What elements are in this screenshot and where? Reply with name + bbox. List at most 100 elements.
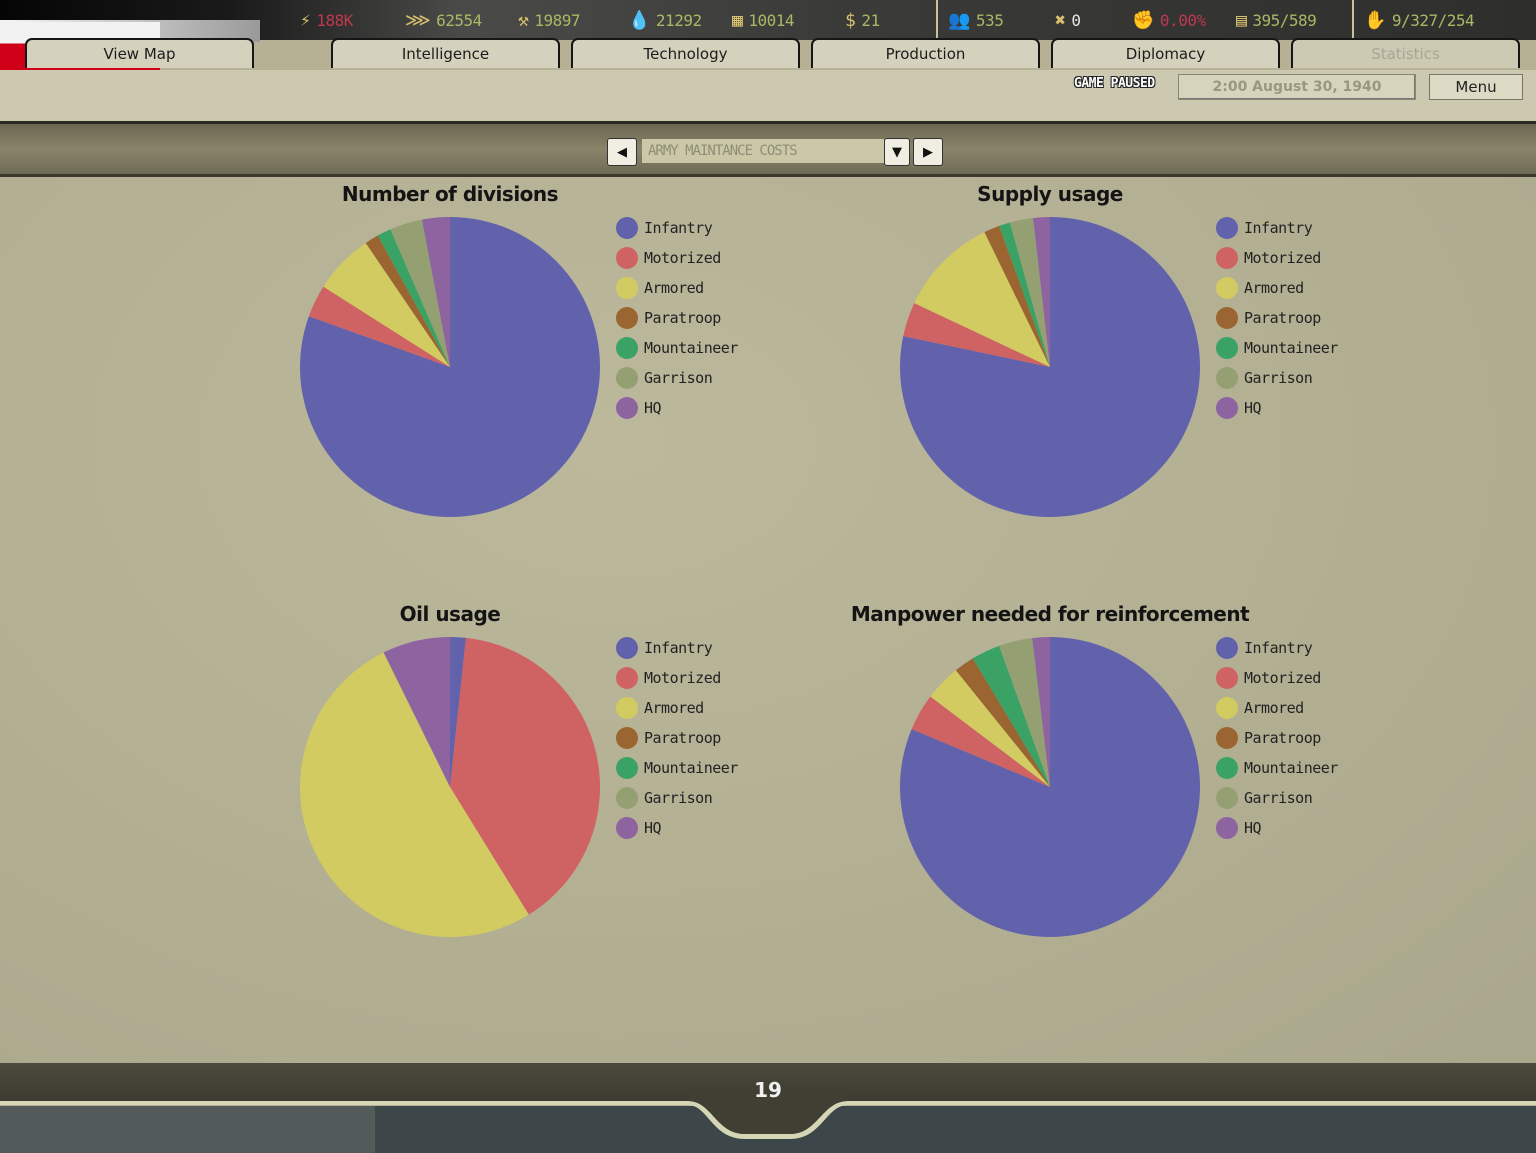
game-paused-label: GAME PAUSED	[1074, 76, 1155, 91]
resource-value: 19897	[534, 10, 581, 30]
resource-rare-materials[interactable]: ⚒ 19897	[518, 6, 581, 34]
legend-label: Paratroop	[1244, 309, 1321, 327]
resource-separator	[936, 0, 938, 38]
legend-item: Paratroop	[1216, 723, 1338, 753]
resource-value: 535	[975, 10, 1004, 30]
chart-legend: Infantry Motorized Armored Paratroop Mountai…	[1216, 213, 1338, 423]
chart-legend: Infantry Motorized Armored Paratroop Mountai…	[616, 213, 738, 423]
legend-swatch	[1216, 277, 1238, 299]
tab-view-map[interactable]: View Map	[25, 38, 254, 68]
legend-label: Paratroop	[644, 309, 721, 327]
resource-national-unity[interactable]: ✋ 9/327/254	[1364, 6, 1475, 34]
pie-chart	[900, 637, 1200, 937]
supplies-icon: ▦	[732, 9, 743, 31]
tab-production[interactable]: Production	[811, 38, 1040, 68]
legend-swatch	[1216, 217, 1238, 239]
game-date[interactable]: 2:00 August 30, 1940	[1178, 74, 1416, 100]
resource-dissent[interactable]: ✊ 0.00%	[1132, 6, 1206, 34]
resource-value: 10014	[748, 10, 795, 30]
legend-label: Garrison	[1244, 369, 1313, 387]
legend-label: Motorized	[644, 669, 721, 687]
legend-swatch	[616, 337, 638, 359]
resource-separator	[1352, 0, 1354, 38]
statistic-select[interactable]: ARMY MAINTANCE COSTS	[642, 139, 884, 163]
legend-swatch	[1216, 817, 1238, 839]
legend-label: Mountaineer	[644, 339, 738, 357]
legend-swatch	[616, 667, 638, 689]
chart-title: Oil usage	[399, 602, 501, 626]
legend-label: Motorized	[644, 249, 721, 267]
legend-item: Infantry	[1216, 633, 1338, 663]
resource-manpower[interactable]: 👥 535	[948, 6, 1004, 34]
resource-money[interactable]: $21	[845, 6, 880, 34]
menu-button[interactable]: Menu	[1429, 74, 1523, 100]
legend-item: Armored	[616, 693, 738, 723]
legend-swatch	[1216, 667, 1238, 689]
legend-label: Infantry	[1244, 219, 1313, 237]
resource-value: 9/327/254	[1391, 10, 1475, 30]
legend-swatch	[1216, 787, 1238, 809]
next-statistic-button[interactable]: ▶	[913, 138, 943, 166]
resource-energy[interactable]: ⚡ 188K	[300, 6, 353, 34]
legend-item: Mountaineer	[616, 753, 738, 783]
legend-item: Armored	[1216, 273, 1338, 303]
energy-icon: ⚡	[300, 9, 311, 31]
legend-label: Armored	[1244, 279, 1304, 297]
resource-supplies[interactable]: ▦ 10014	[732, 6, 795, 34]
previous-statistic-button[interactable]: ◀	[607, 138, 637, 166]
dissent-icon: ✊	[1132, 9, 1154, 31]
legend-swatch	[616, 817, 638, 839]
legend-item: Mountaineer	[1216, 753, 1338, 783]
resource-value: 0.00%	[1159, 10, 1206, 30]
legend-item: Armored	[1216, 693, 1338, 723]
resource-value: 21292	[655, 10, 702, 30]
legend-swatch	[1216, 307, 1238, 329]
legend-item: Armored	[616, 273, 738, 303]
legend-swatch	[616, 727, 638, 749]
tab-diplomacy[interactable]: Diplomacy	[1051, 38, 1280, 68]
resource-diplomacy[interactable]: ✖ 0	[1055, 6, 1081, 34]
legend-item: Infantry	[616, 633, 738, 663]
legend-swatch	[1216, 397, 1238, 419]
tab-intelligence[interactable]: Intelligence	[331, 38, 560, 68]
legend-label: Armored	[1244, 699, 1304, 717]
pie-chart	[299, 637, 600, 937]
rare-materials-icon: ⚒	[518, 9, 529, 31]
legend-item: Infantry	[1216, 213, 1338, 243]
legend-swatch	[1216, 337, 1238, 359]
arrow-left-icon: ◀	[617, 144, 627, 160]
legend-item: Garrison	[616, 363, 738, 393]
legend-item: HQ	[616, 393, 738, 423]
statistic-dropdown-button[interactable]: ▼	[884, 138, 910, 166]
chart-title: Supply usage	[977, 182, 1123, 206]
tab-statistics[interactable]: Statistics	[1291, 38, 1520, 68]
resource-metal[interactable]: ⋙ 62554	[405, 6, 482, 34]
legend-item: Infantry	[616, 213, 738, 243]
legend-label: Garrison	[644, 789, 713, 807]
resource-oil[interactable]: 💧 21292	[628, 6, 702, 34]
oil-icon: 💧	[628, 9, 650, 31]
resource-transport[interactable]: ▤ 395/589	[1236, 6, 1317, 34]
legend-label: Infantry	[644, 639, 713, 657]
legend-label: Motorized	[1244, 249, 1321, 267]
legend-swatch	[616, 697, 638, 719]
legend-swatch	[616, 757, 638, 779]
legend-swatch	[1216, 637, 1238, 659]
page-number: 19	[754, 1078, 782, 1102]
legend-label: Garrison	[644, 369, 713, 387]
tab-technology[interactable]: Technology	[571, 38, 800, 68]
legend-swatch	[616, 277, 638, 299]
chevron-down-icon: ▼	[892, 144, 902, 160]
transport-icon: ▤	[1236, 9, 1247, 31]
legend-item: Motorized	[616, 243, 738, 273]
chart-legend: Infantry Motorized Armored Paratroop Mountai…	[1216, 633, 1338, 843]
legend-swatch	[616, 367, 638, 389]
metal-icon: ⋙	[405, 9, 431, 31]
legend-swatch	[616, 397, 638, 419]
footer-notch-front	[0, 1096, 1536, 1139]
legend-swatch	[616, 787, 638, 809]
resource-value: 21	[861, 10, 880, 30]
legend-swatch	[1216, 727, 1238, 749]
resource-value: 62554	[436, 10, 482, 30]
national-unity-icon: ✋	[1364, 9, 1386, 31]
